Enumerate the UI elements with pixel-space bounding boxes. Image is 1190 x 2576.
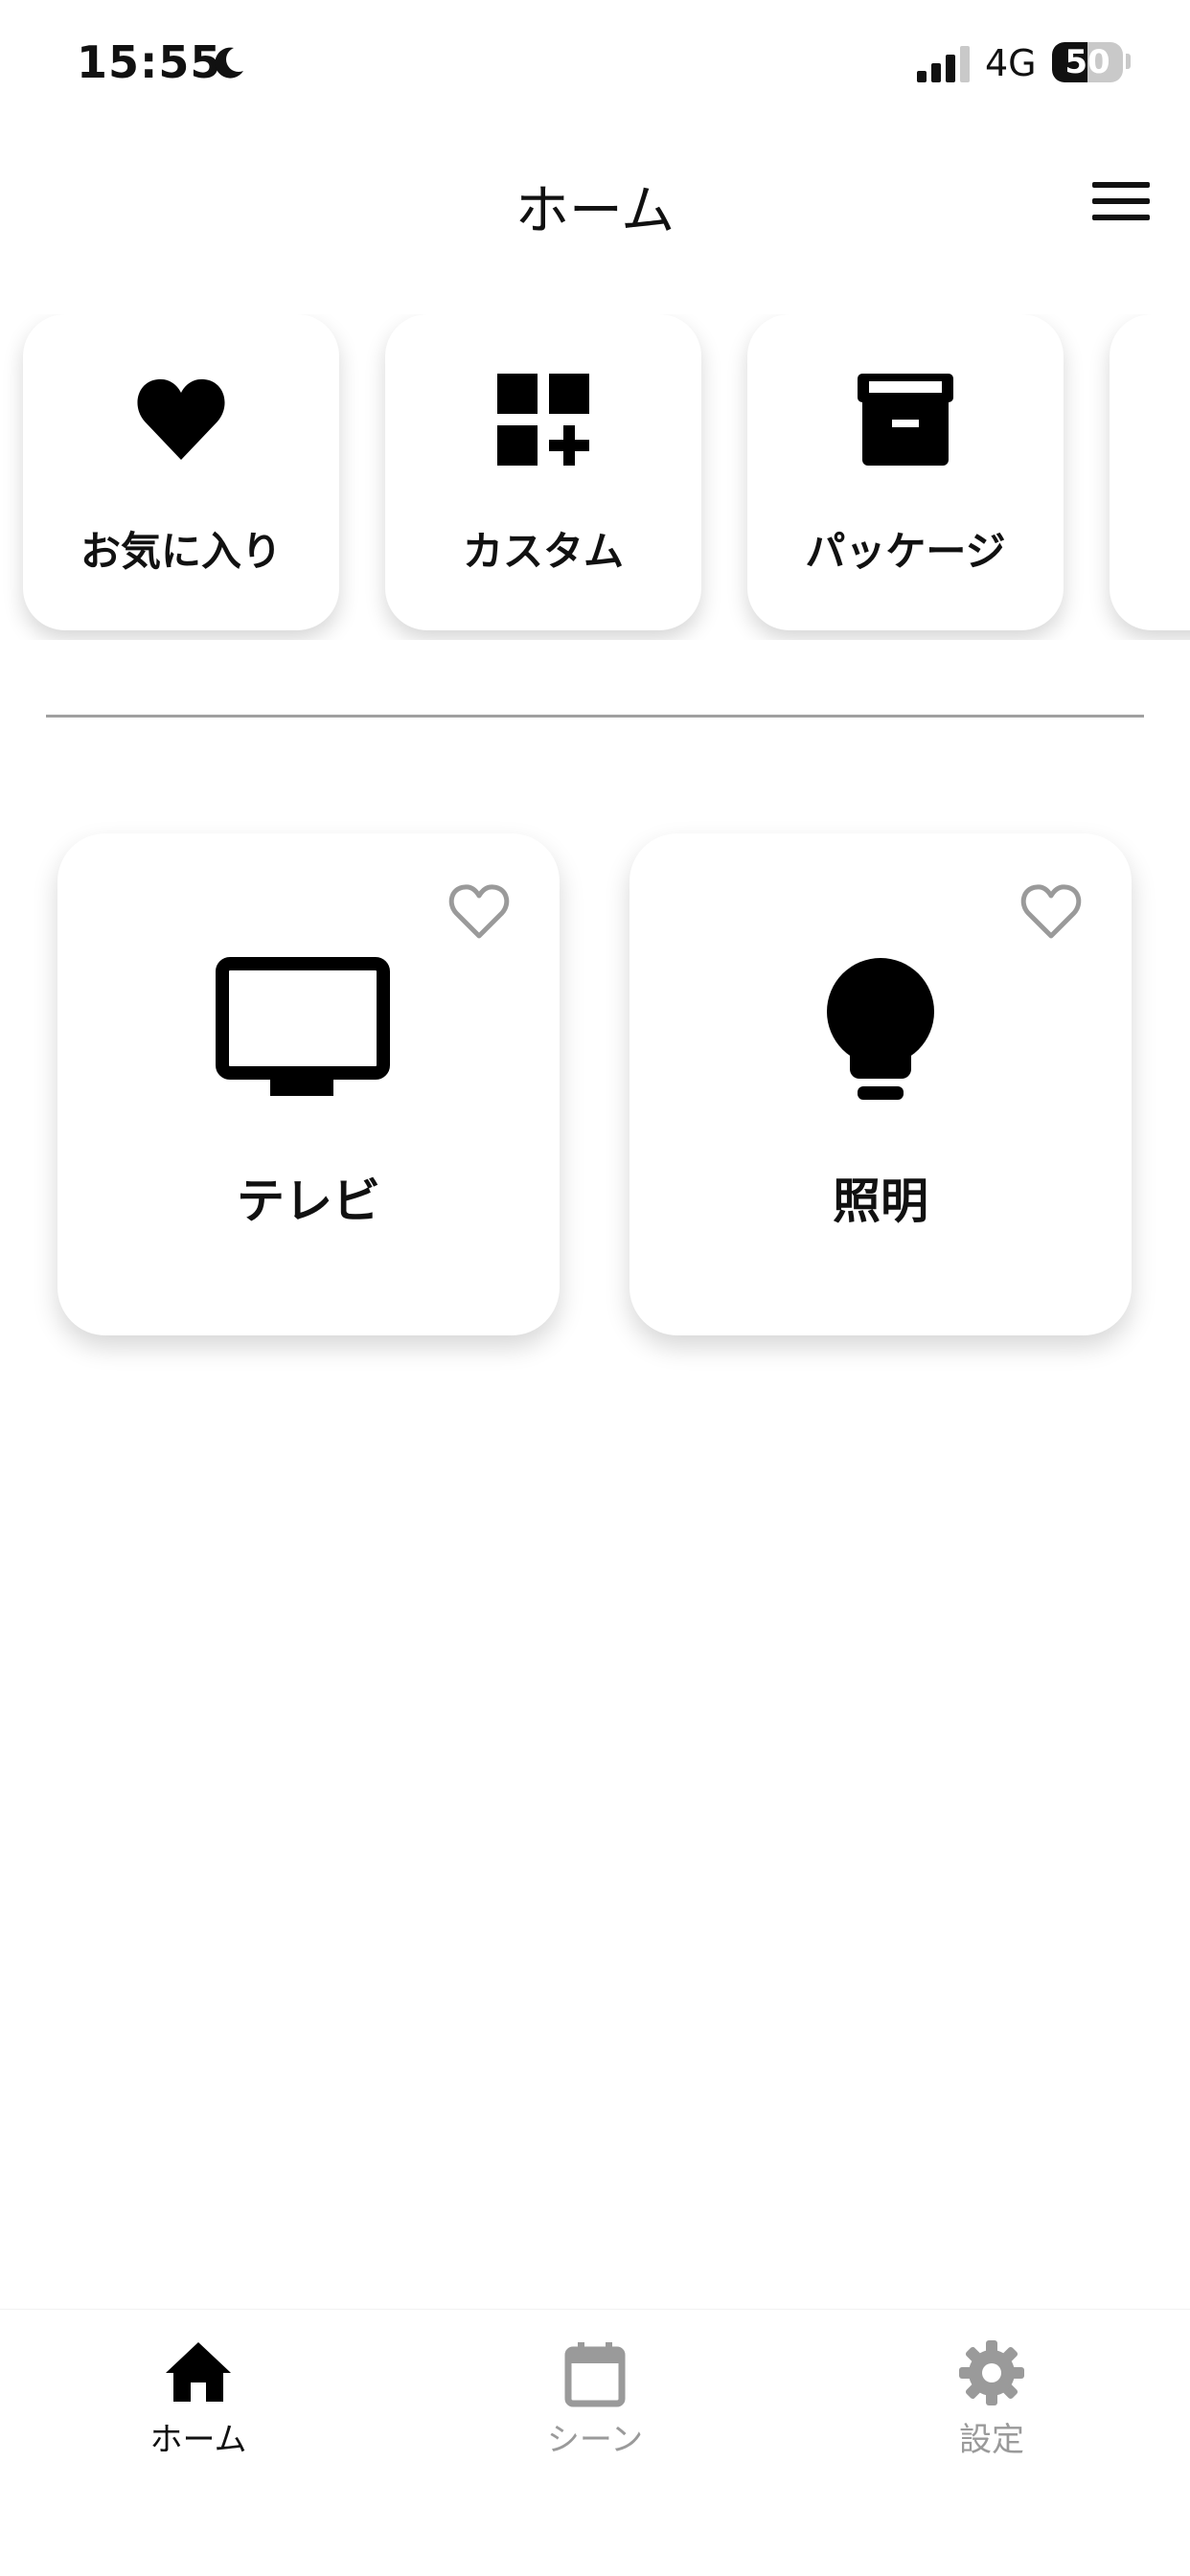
tv-icon: [216, 957, 390, 1096]
battery-nub: [1126, 54, 1131, 69]
device-card-light[interactable]: 照明: [629, 833, 1132, 1335]
category-label: カスタム: [462, 528, 624, 575]
category-row[interactable]: お気に入り カスタム パッケージ: [0, 314, 1190, 640]
calendar-icon: [564, 2342, 626, 2407]
category-custom[interactable]: カスタム: [385, 314, 701, 630]
category-favorites[interactable]: お気に入り: [23, 314, 339, 630]
category-label: パッケージ: [805, 528, 1006, 575]
device-label: 照明: [833, 1174, 928, 1229]
status-bar: 15:55 4G 50: [0, 0, 1190, 134]
heart-outline-icon[interactable]: [448, 883, 510, 941]
category-card-partial[interactable]: [1110, 314, 1190, 630]
nav-label: シーン: [546, 2421, 644, 2459]
device-label: テレビ: [237, 1174, 380, 1229]
nav-label: 設定: [959, 2421, 1024, 2459]
status-time: 15:55: [77, 36, 222, 88]
gear-icon: [959, 2340, 1024, 2405]
device-card-tv[interactable]: テレビ: [57, 833, 560, 1335]
page-title: ホーム: [515, 180, 675, 242]
heart-outline-icon[interactable]: [1020, 883, 1082, 941]
signal-icon: [917, 46, 970, 82]
battery-level: 50: [1064, 43, 1110, 81]
category-label: お気に入り: [80, 528, 282, 575]
menu-line: [1092, 182, 1150, 188]
bottom-nav: ホーム シーン 設定: [0, 2309, 1190, 2576]
menu-line: [1092, 215, 1150, 220]
divider: [46, 715, 1144, 718]
network-type: 4G: [985, 42, 1037, 84]
heart-icon: [137, 378, 225, 460]
category-package[interactable]: パッケージ: [747, 314, 1064, 630]
menu-line: [1092, 198, 1150, 204]
menu-button[interactable]: [1092, 182, 1150, 230]
nav-home[interactable]: ホーム: [0, 2310, 397, 2501]
nav-label: ホーム: [149, 2421, 247, 2459]
grid-plus-icon: [497, 374, 589, 466]
battery-icon: 50: [1052, 42, 1123, 82]
moon-icon: [215, 47, 243, 79]
nav-scene[interactable]: シーン: [397, 2310, 793, 2501]
nav-settings[interactable]: 設定: [793, 2310, 1190, 2501]
archive-box-icon: [858, 374, 953, 466]
lightbulb-icon: [827, 958, 934, 1100]
home-icon: [166, 2342, 231, 2402]
